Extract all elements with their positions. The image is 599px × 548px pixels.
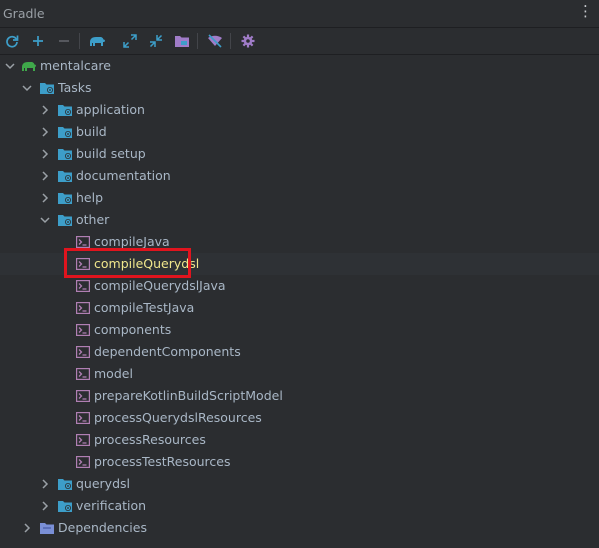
toolbar-separator (197, 33, 198, 49)
chevron-right-icon[interactable] (39, 500, 51, 512)
gear-icon[interactable] (237, 31, 259, 51)
task-processQuerydslResources-label: processQuerydslResources (94, 410, 262, 425)
task-components[interactable]: components (0, 319, 599, 341)
dependencies-folder-icon (39, 520, 55, 536)
collapse-icon[interactable] (145, 31, 167, 51)
task-dependentComponents[interactable]: dependentComponents (0, 341, 599, 363)
plus-icon[interactable] (27, 31, 49, 51)
task-group-verification-label: verification (76, 498, 147, 513)
task-folder-icon (57, 190, 73, 206)
chevron-right-icon[interactable] (39, 104, 51, 116)
task-group-help[interactable]: help (0, 187, 599, 209)
toolbar-separator (230, 33, 231, 49)
chevron-down-icon[interactable] (4, 60, 16, 72)
chevron-right-icon[interactable] (39, 170, 51, 182)
minus-icon[interactable] (53, 31, 75, 51)
task-compileTestJava-label: compileTestJava (94, 300, 195, 315)
task-processTestResources-label: processTestResources (94, 454, 231, 469)
task-folder-icon (39, 80, 55, 96)
task-group-application-label: application (76, 102, 145, 117)
chevron-right-icon[interactable] (21, 522, 33, 534)
task-folder-icon (57, 476, 73, 492)
tree-dependencies-node-label: Dependencies (58, 520, 147, 535)
chevron-down-icon[interactable] (21, 82, 33, 94)
gradle-task-icon (75, 300, 91, 316)
task-model[interactable]: model (0, 363, 599, 385)
task-group-build-label: build (76, 124, 107, 139)
task-folder-icon (57, 146, 73, 162)
task-group-querydsl[interactable]: querydsl (0, 473, 599, 495)
refresh-icon[interactable] (1, 31, 23, 51)
task-group-documentation-label: documentation (76, 168, 171, 183)
more-vertical-icon[interactable]: ⋮ (578, 4, 593, 19)
chevron-down-icon[interactable] (39, 214, 51, 226)
chevron-right-icon[interactable] (39, 126, 51, 138)
task-prepareKotlinBuildScriptModel[interactable]: prepareKotlinBuildScriptModel (0, 385, 599, 407)
task-group-help-label: help (76, 190, 104, 205)
gradle-task-icon (75, 454, 91, 470)
task-group-documentation[interactable]: documentation (0, 165, 599, 187)
chevron-right-icon[interactable] (39, 478, 51, 490)
task-group-build-setup[interactable]: build setup (0, 143, 599, 165)
folder-icon[interactable] (171, 31, 193, 51)
gradle-task-icon (75, 344, 91, 360)
task-folder-icon (57, 168, 73, 184)
tree-dependencies-node[interactable]: Dependencies (0, 517, 599, 539)
task-processResources[interactable]: processResources (0, 429, 599, 451)
task-folder-icon (57, 102, 73, 118)
tree-tasks-node-label: Tasks (58, 80, 92, 95)
task-compileQuerydslJava-label: compileQuerydslJava (94, 278, 226, 293)
task-folder-icon (57, 124, 73, 140)
task-processResources-label: processResources (94, 432, 206, 447)
gradle-task-icon (75, 278, 91, 294)
toolbar-separator (79, 33, 80, 49)
panel-header: Gradle ⋮ (0, 0, 599, 28)
task-group-querydsl-label: querydsl (76, 476, 131, 491)
chevron-right-icon[interactable] (39, 148, 51, 160)
gradle-elephant-icon[interactable] (86, 31, 108, 51)
task-folder-icon (57, 498, 73, 514)
task-prepareKotlinBuildScriptModel-label: prepareKotlinBuildScriptModel (94, 388, 283, 403)
task-group-build-setup-label: build setup (76, 146, 146, 161)
task-model-label: model (94, 366, 133, 381)
tree-root-project[interactable]: mentalcare (0, 55, 599, 77)
chevron-right-icon[interactable] (39, 192, 51, 204)
task-processQuerydslResources[interactable]: processQuerydslResources (0, 407, 599, 429)
panel-title: Gradle (3, 6, 45, 21)
task-compileQuerydslJava[interactable]: compileQuerydslJava (0, 275, 599, 297)
gradle-elephant-icon (21, 58, 37, 74)
task-compileTestJava[interactable]: compileTestJava (0, 297, 599, 319)
task-group-build[interactable]: build (0, 121, 599, 143)
tree-root-project-label: mentalcare (40, 58, 111, 73)
expand-icon[interactable] (119, 31, 141, 51)
task-group-other[interactable]: other (0, 209, 599, 231)
offline-icon[interactable] (204, 31, 226, 51)
task-group-application[interactable]: application (0, 99, 599, 121)
task-components-label: components (94, 322, 172, 337)
gradle-task-icon (75, 322, 91, 338)
task-processTestResources[interactable]: processTestResources (0, 451, 599, 473)
task-folder-icon (57, 212, 73, 228)
gradle-task-icon (75, 366, 91, 382)
task-group-other-label: other (76, 212, 110, 227)
task-dependentComponents-label: dependentComponents (94, 344, 241, 359)
gradle-tree: mentalcare Tasks application build build set… (0, 55, 599, 548)
gradle-task-icon (75, 432, 91, 448)
tree-tasks-node[interactable]: Tasks (0, 77, 599, 99)
gradle-task-icon (75, 410, 91, 426)
gradle-task-icon (75, 388, 91, 404)
task-group-verification[interactable]: verification (0, 495, 599, 517)
highlight-box (64, 248, 191, 278)
gradle-toolbar (0, 28, 599, 55)
